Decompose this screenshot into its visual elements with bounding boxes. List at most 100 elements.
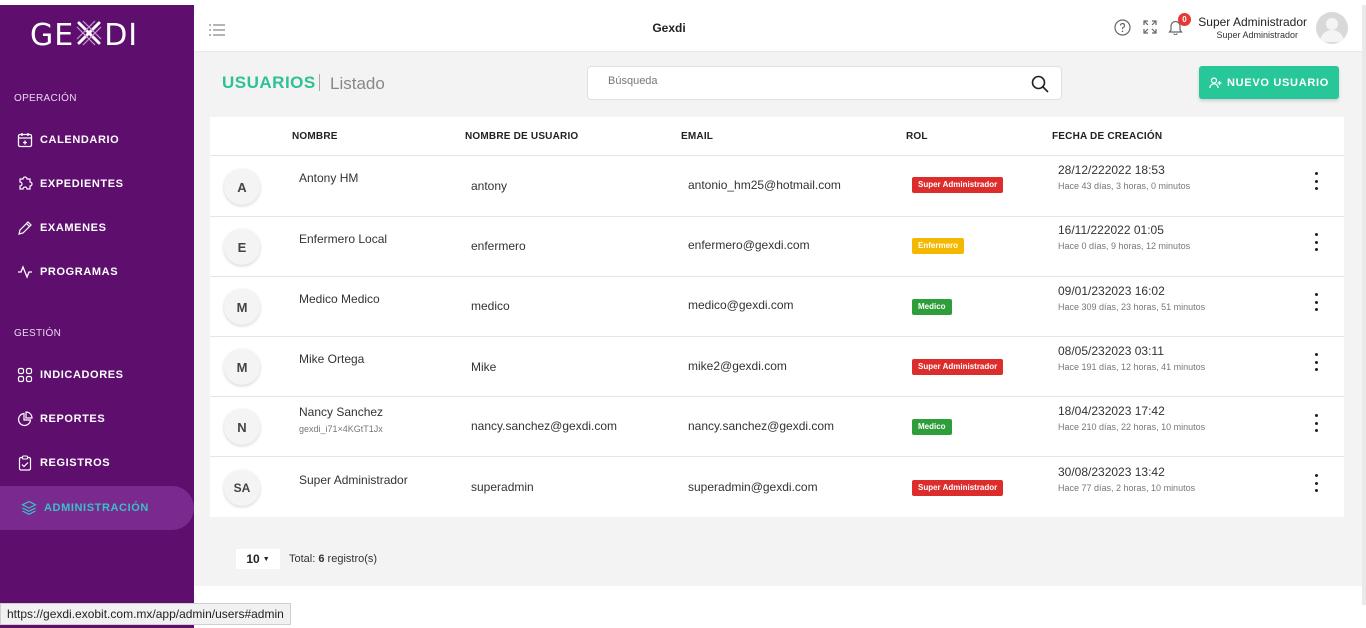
email-cell: antonio_hm25@hotmail.com [688, 178, 841, 192]
table-row[interactable]: A Antony HM antony antonio_hm25@hotmail.… [210, 157, 1344, 217]
search-icon[interactable] [1031, 75, 1049, 98]
header-email[interactable]: EMAIL [681, 131, 713, 142]
sidebar-item-label: CALENDARIO [40, 134, 120, 146]
sidebar-item-registros[interactable]: REGISTROS [0, 445, 194, 481]
title-divider [319, 74, 320, 91]
pie-chart-icon [16, 410, 34, 428]
email-cell: medico@gexdi.com [688, 298, 794, 312]
table-row[interactable]: N Nancy Sanchez gexdi_i71×4KGtT1Jx nancy… [210, 397, 1344, 457]
sidebar: GE DI OPERACIÓN CALENDARIO EXPEDIENTES EX… [0, 5, 194, 628]
sidebar-item-reportes[interactable]: REPORTES [0, 401, 194, 437]
sidebar-item-administracion[interactable]: ADMINISTRACIÓN [0, 486, 194, 530]
add-user-icon [1209, 76, 1222, 89]
scrollbar[interactable] [1362, 5, 1366, 605]
username-cell: enfermero [471, 239, 526, 253]
created-ago: Hace 0 días, 9 horas, 12 minutos [1058, 241, 1191, 251]
pen-icon [16, 219, 34, 237]
created-date: 08/05/232023 03:11 [1058, 344, 1164, 358]
user-name-cell: Medico Medico [299, 292, 380, 306]
table-row[interactable]: E Enfermero Local enfermero enfermero@ge… [210, 217, 1344, 277]
avatar: M [224, 349, 260, 385]
role-badge: Super Administrador [912, 480, 1004, 496]
username-cell: medico [471, 299, 510, 313]
help-icon[interactable] [1114, 19, 1131, 41]
search-input[interactable] [608, 75, 1008, 87]
user-avatar[interactable] [1316, 12, 1348, 44]
table-header: NOMBRE NOMBRE DE USUARIO EMAIL ROL FECHA… [210, 117, 1344, 156]
row-menu-icon[interactable] [1310, 233, 1322, 251]
sidebar-item-indicadores[interactable]: INDICADORES [0, 357, 194, 393]
fullscreen-icon[interactable] [1142, 19, 1158, 40]
email-cell: enfermero@gexdi.com [688, 238, 810, 252]
header-name[interactable]: NOMBRE [292, 131, 338, 142]
created-ago: Hace 210 días, 22 horas, 10 minutos [1058, 422, 1206, 432]
row-menu-icon[interactable] [1310, 474, 1322, 492]
sidebar-item-examenes[interactable]: EXAMENES [0, 210, 194, 246]
avatar: M [224, 289, 260, 325]
total-suffix: registro(s) [327, 553, 378, 565]
user-name-cell: Antony HM [299, 171, 359, 185]
role-badge: Enfermero [912, 238, 965, 254]
calendar-plus-icon [16, 131, 34, 149]
user-role: Super Administrador [1216, 30, 1298, 40]
email-cell: mike2@gexdi.com [688, 359, 787, 373]
new-user-button[interactable]: NUEVO USUARIO [1199, 66, 1339, 99]
total-count: 6 [318, 553, 325, 565]
avatar: N [224, 409, 260, 445]
created-ago: Hace 191 días, 12 horas, 41 minutos [1058, 362, 1206, 372]
row-menu-icon[interactable] [1310, 293, 1322, 311]
page-size-select[interactable]: 10 ▼ [236, 549, 280, 569]
username-cell: Mike [471, 360, 497, 374]
page-title: USUARIOS [222, 73, 316, 92]
sidebar-item-label: REPORTES [40, 413, 106, 425]
created-date: 09/01/232023 16:02 [1058, 284, 1165, 298]
footer-area [194, 586, 1362, 616]
search-box [587, 66, 1062, 100]
role-badge: Super Administrador [912, 359, 1004, 375]
user-name-cell: Mike Ortega [299, 352, 365, 366]
row-menu-icon[interactable] [1310, 414, 1322, 432]
sidebar-item-label: ADMINISTRACIÓN [44, 502, 149, 514]
sidebar-item-calendario[interactable]: CALENDARIO [0, 122, 194, 158]
table-row[interactable]: M Mike Ortega Mike mike2@gexdi.com Super… [210, 337, 1344, 397]
user-subname-cell: gexdi_i71×4KGtT1Jx [299, 424, 383, 434]
user-name-cell: Super Administrador [299, 473, 408, 487]
header-created[interactable]: FECHA DE CREACIÓN [1052, 131, 1162, 142]
created-date: 16/11/222022 01:05 [1058, 223, 1164, 237]
row-menu-icon[interactable] [1310, 353, 1322, 371]
gexdi-logo[interactable]: GE DI [30, 15, 138, 53]
created-date: 30/08/232023 13:42 [1058, 465, 1165, 479]
role-badge: Super Administrador [912, 177, 1004, 193]
avatar: E [224, 229, 260, 265]
grid-icon [16, 366, 34, 384]
header-role[interactable]: ROL [906, 131, 928, 142]
puzzle-icon [16, 175, 34, 193]
users-table: NOMBRE NOMBRE DE USUARIO EMAIL ROL FECHA… [210, 117, 1344, 517]
section-operacion: OPERACIÓN [14, 93, 77, 104]
new-user-label: NUEVO USUARIO [1227, 76, 1329, 89]
created-ago: Hace 309 días, 23 horas, 51 minutos [1058, 302, 1206, 312]
total-prefix: Total: [289, 553, 316, 565]
sidebar-item-label: PROGRAMAS [40, 266, 119, 278]
table-row[interactable]: M Medico Medico medico medico@gexdi.com … [210, 277, 1344, 337]
sidebar-item-programas[interactable]: PROGRAMAS [0, 254, 194, 290]
avatar: A [224, 169, 260, 205]
sidebar-item-expedientes[interactable]: EXPEDIENTES [0, 166, 194, 202]
section-gestion: GESTIÓN [14, 328, 62, 339]
username-cell: antony [471, 179, 508, 193]
created-ago: Hace 77 días, 2 horas, 10 minutos [1058, 483, 1196, 493]
user-name[interactable]: Super Administrador [1198, 15, 1307, 29]
row-menu-icon[interactable] [1310, 172, 1322, 190]
table-row[interactable]: SA Super Administrador superadmin supera… [210, 457, 1344, 517]
created-date: 28/12/222022 18:53 [1058, 163, 1165, 177]
total-records: Total: 6 registro(s) [289, 553, 377, 565]
sidebar-item-label: REGISTROS [40, 457, 111, 469]
main-content: USUARIOS Listado NUEVO USUARIO NOMBRE NO… [194, 52, 1362, 586]
avatar: SA [224, 470, 260, 506]
created-ago: Hace 43 días, 3 horas, 0 minutos [1058, 181, 1191, 191]
email-cell: nancy.sanchez@gexdi.com [688, 419, 835, 433]
clipboard-icon [16, 454, 34, 472]
x-logo-icon [74, 18, 104, 48]
header-username[interactable]: NOMBRE DE USUARIO [465, 131, 578, 142]
user-name-cell: Nancy Sanchez [299, 405, 384, 419]
